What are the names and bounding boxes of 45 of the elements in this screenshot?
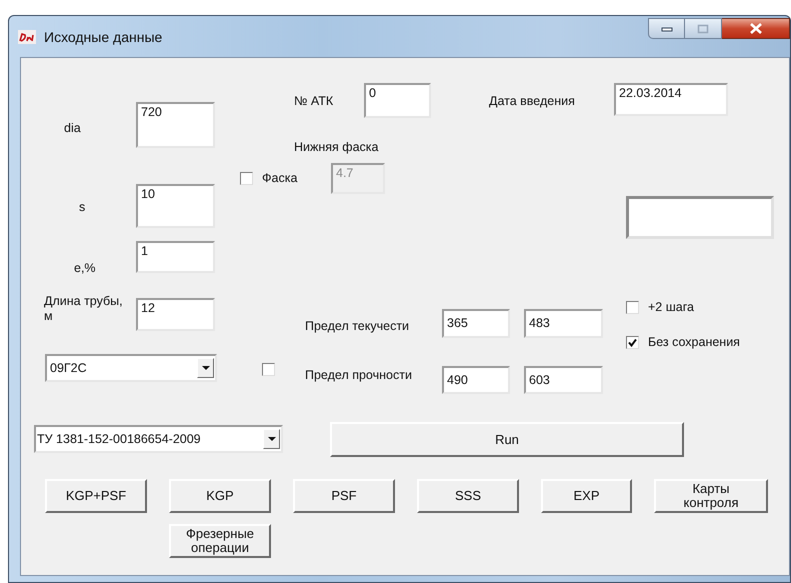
dropdown[interactable]: 09Г2С <box>45 354 217 382</box>
button[interactable]: EXP <box>541 479 632 513</box>
button[interactable]: SSS <box>417 479 519 513</box>
maximize-button[interactable] <box>685 18 722 39</box>
button[interactable]: PSF <box>293 479 395 513</box>
button[interactable]: KGP <box>169 479 271 513</box>
checkbox-label[interactable]: Фаска <box>262 171 298 185</box>
button[interactable]: Фрезерные операции <box>169 524 271 558</box>
text-field[interactable]: 22.03.2014 <box>614 83 728 116</box>
field-label: Дата введения <box>489 94 575 108</box>
text-field[interactable]: 1 <box>136 241 215 273</box>
close-icon <box>748 23 762 34</box>
minimize-icon <box>660 26 672 32</box>
dropdown[interactable]: ТУ 1381-152-00186654-2009 <box>34 425 283 453</box>
field-label: Длина трубы, м <box>44 294 124 324</box>
checkbox[interactable] <box>626 336 639 348</box>
button[interactable]: KGP+PSF <box>45 479 147 513</box>
field-label: Предел прочности <box>305 368 412 382</box>
minimize-button[interactable] <box>648 18 685 39</box>
field-label: e,% <box>74 261 96 275</box>
checkbox[interactable] <box>626 300 639 314</box>
field-label: Нижняя фаска <box>294 140 378 154</box>
button[interactable]: Run <box>330 422 684 457</box>
checkbox-label[interactable]: +2 шага <box>648 300 694 314</box>
text-field[interactable]: 483 <box>524 309 603 338</box>
checkbox[interactable] <box>240 172 253 184</box>
field-label: № АТК <box>294 94 334 108</box>
text-field[interactable]: 365 <box>442 309 510 338</box>
maximize-icon <box>697 24 709 34</box>
text-field[interactable] <box>626 196 774 239</box>
field-label: dia <box>64 121 81 135</box>
text-field[interactable]: 0 <box>364 83 431 118</box>
text-field[interactable]: 490 <box>442 366 510 394</box>
window-title: Исходные данные <box>44 28 162 44</box>
text-field[interactable]: 12 <box>136 298 215 331</box>
text-field[interactable]: 720 <box>136 102 215 148</box>
checkbox[interactable] <box>262 363 275 376</box>
field-label: s <box>79 200 86 214</box>
app-icon <box>18 30 36 44</box>
field-label: Предел текучести <box>305 319 410 333</box>
text-field[interactable]: 603 <box>524 366 603 394</box>
button[interactable]: Карты контроля <box>654 479 768 513</box>
text-field[interactable]: 10 <box>136 184 215 228</box>
checkbox-label[interactable]: Без сохранения <box>648 335 740 349</box>
close-button[interactable] <box>722 18 790 39</box>
